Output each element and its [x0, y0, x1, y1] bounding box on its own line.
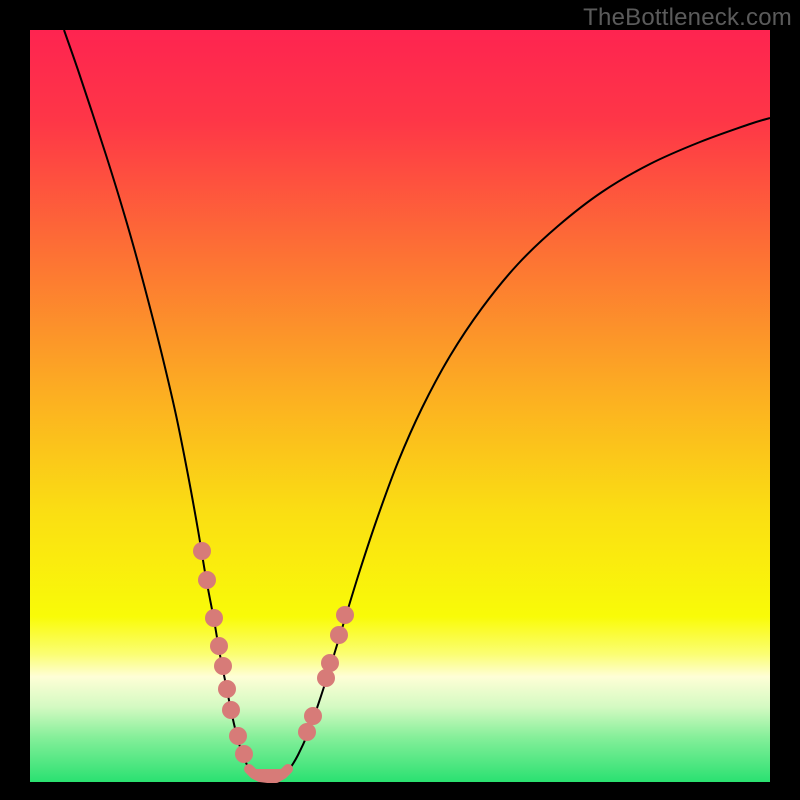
data-marker [210, 637, 228, 655]
data-marker [222, 701, 240, 719]
plot-area [30, 30, 770, 782]
data-marker [321, 654, 339, 672]
data-marker [336, 606, 354, 624]
data-marker [198, 571, 216, 589]
markers-left-branch [193, 542, 253, 763]
data-marker [229, 727, 247, 745]
data-marker [218, 680, 236, 698]
data-marker [304, 707, 322, 725]
data-marker [193, 542, 211, 560]
data-marker [214, 657, 232, 675]
curve-minimum-blob [249, 769, 288, 778]
data-marker [235, 745, 253, 763]
data-marker [298, 723, 316, 741]
markers-right-branch [298, 606, 354, 741]
watermark-text: TheBottleneck.com [583, 4, 792, 32]
data-marker [205, 609, 223, 627]
curve-svg [30, 30, 770, 782]
bottleneck-curve [64, 30, 770, 778]
data-marker [330, 626, 348, 644]
outer-frame: TheBottleneck.com [0, 0, 800, 800]
